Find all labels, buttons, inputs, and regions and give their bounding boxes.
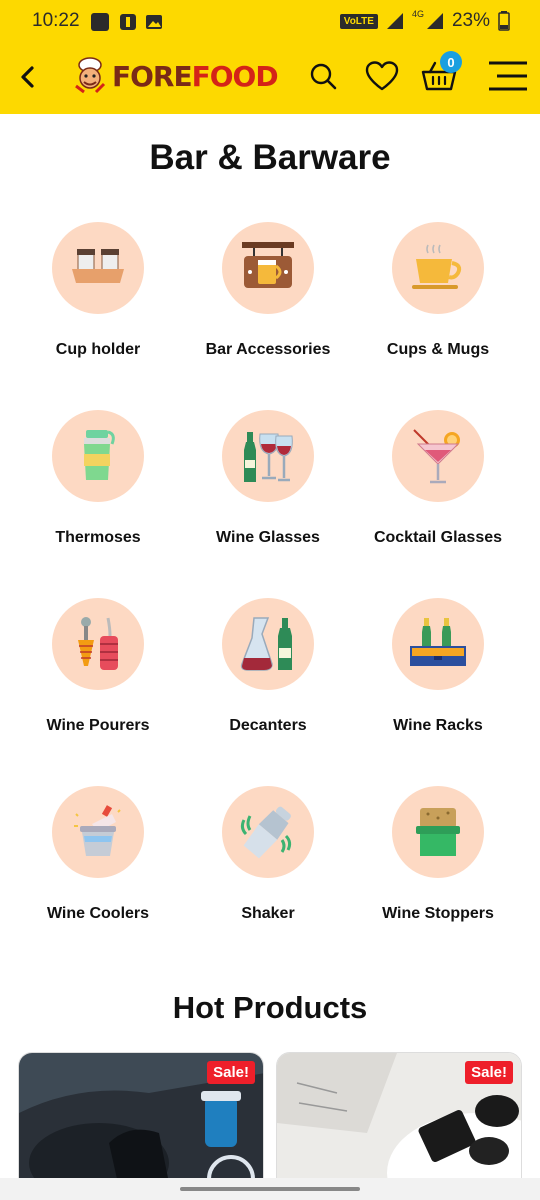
- back-button[interactable]: [12, 60, 42, 94]
- wine-cooler-icon: [74, 805, 121, 856]
- category-label: Cup holder: [55, 341, 141, 358]
- bar-sign-icon: [242, 242, 294, 288]
- hot-products-list: Sale! Sale!: [18, 1052, 524, 1192]
- decanter-icon: [240, 617, 292, 671]
- status-time: 10:22: [32, 10, 80, 31]
- back-arrow-icon: [21, 66, 34, 88]
- shaker-icon: [240, 806, 292, 859]
- category-thermoses[interactable]: Thermoses: [13, 410, 183, 547]
- category-label: Thermoses: [55, 529, 141, 546]
- thermos-icon: [84, 430, 115, 480]
- status-bar: 10:22 VoLTE 4G 23%: [0, 0, 540, 44]
- category-label: Shaker: [241, 905, 295, 922]
- wine-rack-icon: [410, 618, 466, 666]
- category-wine-coolers[interactable]: Wine Coolers: [13, 786, 183, 923]
- signal-icon-2: [426, 13, 443, 29]
- category-icon-circle: [52, 410, 144, 502]
- page-title: Bar & Barware: [149, 138, 391, 177]
- category-label: Wine Pourers: [46, 717, 150, 734]
- cart-count-badge: 0: [440, 51, 462, 73]
- category-label: Wine Glasses: [216, 529, 320, 546]
- category-icon-circle: [222, 598, 314, 690]
- volte-indicator: VoLTE: [339, 13, 378, 29]
- gallery-icon: [146, 15, 162, 29]
- category-label: Wine Coolers: [46, 905, 150, 922]
- category-icon-circle: [392, 786, 484, 878]
- category-decanters[interactable]: Decanters: [183, 598, 353, 735]
- menu-icon: [489, 61, 527, 91]
- category-label: Cocktail Glasses: [373, 529, 503, 546]
- search-button[interactable]: [306, 59, 340, 93]
- category-label: Bar Accessories: [205, 341, 331, 358]
- battery-saver-icon: [120, 14, 136, 30]
- category-cup-holder[interactable]: Cup holder: [13, 222, 183, 359]
- wine-pourer-icon: [78, 617, 118, 670]
- category-label: Decanters: [229, 717, 307, 734]
- brand-name: FOREFOOD: [112, 59, 279, 93]
- category-icon-circle: [52, 222, 144, 314]
- category-cups-mugs[interactable]: Cups & Mugs: [353, 222, 523, 359]
- wishlist-button[interactable]: [364, 59, 400, 93]
- product-card[interactable]: Sale!: [276, 1052, 522, 1192]
- signal-icon: [386, 13, 403, 29]
- category-icon-circle: [52, 598, 144, 690]
- category-label: Cups & Mugs: [386, 341, 490, 358]
- mug-icon: [412, 244, 462, 289]
- category-label: Wine Stoppers: [382, 905, 494, 922]
- app-header: FOREFOOD 0: [0, 44, 540, 114]
- notification-app-icon: [91, 13, 109, 31]
- sale-badge: Sale!: [465, 1061, 513, 1084]
- category-wine-pourers[interactable]: Wine Pourers: [13, 598, 183, 735]
- category-wine-racks[interactable]: Wine Racks: [353, 598, 523, 735]
- network-type: 4G: [411, 9, 424, 19]
- menu-button[interactable]: [486, 56, 530, 96]
- cart-button[interactable]: 0: [420, 51, 462, 93]
- category-icon-circle: [52, 786, 144, 878]
- category-wine-stoppers[interactable]: Wine Stoppers: [353, 786, 523, 923]
- category-label: Wine Racks: [393, 717, 483, 734]
- brand-logo[interactable]: FOREFOOD: [72, 56, 279, 96]
- cup-holder-icon: [72, 249, 124, 283]
- product-card[interactable]: Sale!: [18, 1052, 264, 1192]
- battery-icon: [498, 11, 510, 31]
- home-indicator[interactable]: [180, 1187, 360, 1191]
- heart-icon: [365, 61, 399, 91]
- chef-mascot-icon: [75, 57, 106, 94]
- hot-products-title: Hot Products: [172, 990, 368, 1025]
- brand-name-part1: FORE: [112, 59, 193, 93]
- battery-percent: 23%: [451, 10, 490, 31]
- category-bar-accessories[interactable]: Bar Accessories: [183, 222, 353, 359]
- category-wine-glasses[interactable]: Wine Glasses: [183, 410, 353, 547]
- category-icon-circle: [222, 222, 314, 314]
- search-icon: [310, 63, 337, 90]
- category-icon-circle: [222, 786, 314, 878]
- cocktail-icon: [413, 429, 460, 484]
- category-shaker[interactable]: Shaker: [183, 786, 353, 923]
- system-navigation-bar: [0, 1178, 540, 1200]
- status-right: VoLTE 4G 23%: [339, 9, 510, 32]
- wine-glasses-icon: [244, 432, 293, 482]
- category-icon-circle: [222, 410, 314, 502]
- category-icon-circle: [392, 598, 484, 690]
- category-cocktail-glasses[interactable]: Cocktail Glasses: [353, 410, 523, 547]
- app-top-area: 10:22 VoLTE 4G 23% FOREFOOD 0: [0, 0, 540, 114]
- category-icon-circle: [392, 410, 484, 502]
- wine-stopper-icon: [416, 808, 460, 856]
- brand-name-part2: FOOD: [191, 59, 279, 93]
- sale-badge: Sale!: [207, 1061, 255, 1084]
- category-icon-circle: [392, 222, 484, 314]
